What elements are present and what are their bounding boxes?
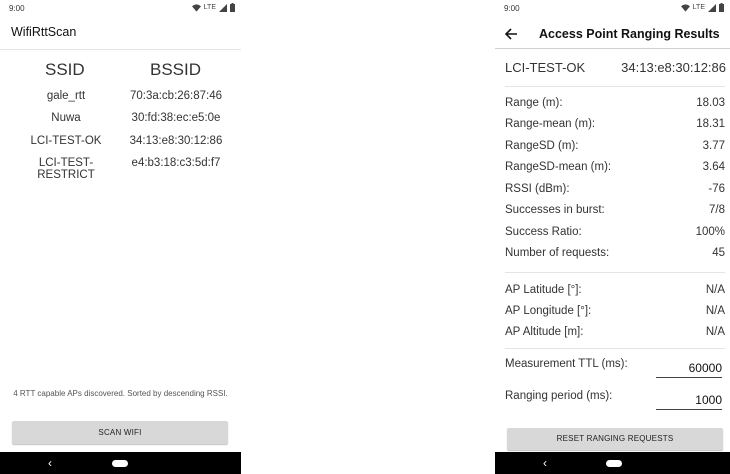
appbar-divider [0,49,241,50]
ranging-period-input[interactable]: 1000 [656,392,722,410]
ap-row[interactable]: Nuwa 30:fd:38:ec:e5:0e [0,112,241,134]
stat-value: 7/8 [709,204,725,216]
home-nav-icon[interactable] [606,460,622,467]
ap-header: LCI-TEST-OK 34:13:e8:30:12:86 [505,60,726,76]
scan-screen: 9:00 LTE WifiRttScan SSID BSSID gale_rtt… [0,0,241,474]
stat-value: 3.77 [702,140,725,152]
ap-bssid: e4:b3:18:c3:5d:f7 [131,157,221,169]
location-label: AP Longitude [°]: [505,305,592,317]
stat-value: 18.31 [696,118,725,130]
toolbar-divider [495,48,730,49]
stat-row: RangeSD (m): 3.77 [505,140,725,154]
measurement-ttl-label: Measurement TTL (ms): [505,358,628,370]
wifi-icon [680,3,690,12]
ap-bssid: 34:13:e8:30:12:86 [621,60,726,75]
section-divider [505,348,725,349]
reset-ranging-button[interactable]: RESET RANGING REQUESTS [507,428,723,450]
status-time: 9:00 [504,4,520,13]
location-row: AP Altitude [m]: N/A [505,326,725,340]
status-bar: 9:00 LTE [0,0,241,17]
bssid-header: BSSID [150,60,202,79]
ranging-period-label: Ranging period (ms): [505,390,613,402]
status-icons: LTE [680,3,724,12]
stat-row: Successes in burst: 7/8 [505,204,725,218]
ap-count-note: 4 RTT capable APs discovered. Sorted by … [13,389,228,398]
stat-label: Range (m): [505,97,563,109]
status-time: 9:00 [9,4,25,13]
ap-ssid: LCI-TEST-RESTRICT [37,157,95,181]
status-bar: 9:00 LTE [495,0,730,17]
section-divider [505,86,725,87]
location-row: AP Longitude [°]: N/A [505,305,725,319]
stat-value: -76 [708,183,725,195]
scan-wifi-button[interactable]: SCAN WIFI [12,421,228,444]
stat-value: 45 [712,247,725,259]
ap-bssid: 34:13:e8:30:12:86 [129,135,223,147]
battery-icon [230,3,235,12]
back-nav-icon[interactable]: ‹ [48,456,52,470]
ap-ssid: LCI-TEST-OK [30,135,102,147]
signal-icon [219,3,227,12]
status-icons: LTE [191,3,235,12]
location-label: AP Latitude [°]: [505,284,582,296]
stat-row: Range-mean (m): 18.31 [505,118,725,132]
measurement-ttl-input[interactable]: 60000 [656,360,722,378]
nav-bar: ‹ [495,452,730,474]
nav-bar: ‹ [0,452,241,474]
stat-row: Success Ratio: 100% [505,226,725,240]
stat-value: 100% [695,226,725,238]
ssid-header: SSID [45,60,85,79]
location-row: AP Latitude [°]: N/A [505,284,725,298]
location-value: N/A [705,305,725,317]
location-label: AP Altitude [m]: [505,326,584,338]
section-divider [505,272,725,273]
location-value: N/A [705,284,725,296]
network-type: LTE [692,4,705,11]
stat-label: RangeSD-mean (m): [505,161,612,173]
stat-label: Successes in burst: [505,204,605,216]
ap-ssid: LCI-TEST-OK [505,60,586,75]
back-nav-icon[interactable]: ‹ [543,456,547,470]
stat-row: RSSI (dBm): -76 [505,183,725,197]
stat-label: RangeSD (m): [505,140,579,152]
stat-label: Number of requests: [505,247,610,259]
ranging-results-screen: 9:00 LTE Access Point Ranging Results LC… [495,0,730,474]
location-value: N/A [705,326,725,338]
stat-value: 3.64 [702,161,725,173]
battery-icon [719,3,724,12]
wifi-icon [191,3,201,12]
home-nav-icon[interactable] [112,460,128,467]
network-type: LTE [203,4,216,11]
ap-ssid: Nuwa [51,112,81,124]
stat-label: Range-mean (m): [505,118,596,130]
back-arrow-icon[interactable] [505,28,518,40]
stat-row: Number of requests: 45 [505,247,725,261]
stat-label: Success Ratio: [505,226,582,238]
stat-row: RangeSD-mean (m): 3.64 [505,161,725,175]
app-title: WifiRttScan [11,25,77,39]
stat-row: Range (m): 18.03 [505,97,725,111]
ap-row[interactable]: gale_rtt 70:3a:cb:26:87:46 [0,90,241,112]
stat-label: RSSI (dBm): [505,183,570,195]
ap-bssid: 70:3a:cb:26:87:46 [129,90,223,102]
ap-ssid: gale_rtt [46,90,86,102]
ap-row[interactable]: LCI-TEST-RESTRICT e4:b3:18:c3:5d:f7 [0,157,241,181]
stat-value: 18.03 [696,97,725,109]
signal-icon [708,3,716,12]
ap-bssid: 30:fd:38:ec:e5:0e [131,112,221,124]
page-title: Access Point Ranging Results [539,27,720,41]
ap-row[interactable]: LCI-TEST-OK 34:13:e8:30:12:86 [0,135,241,157]
